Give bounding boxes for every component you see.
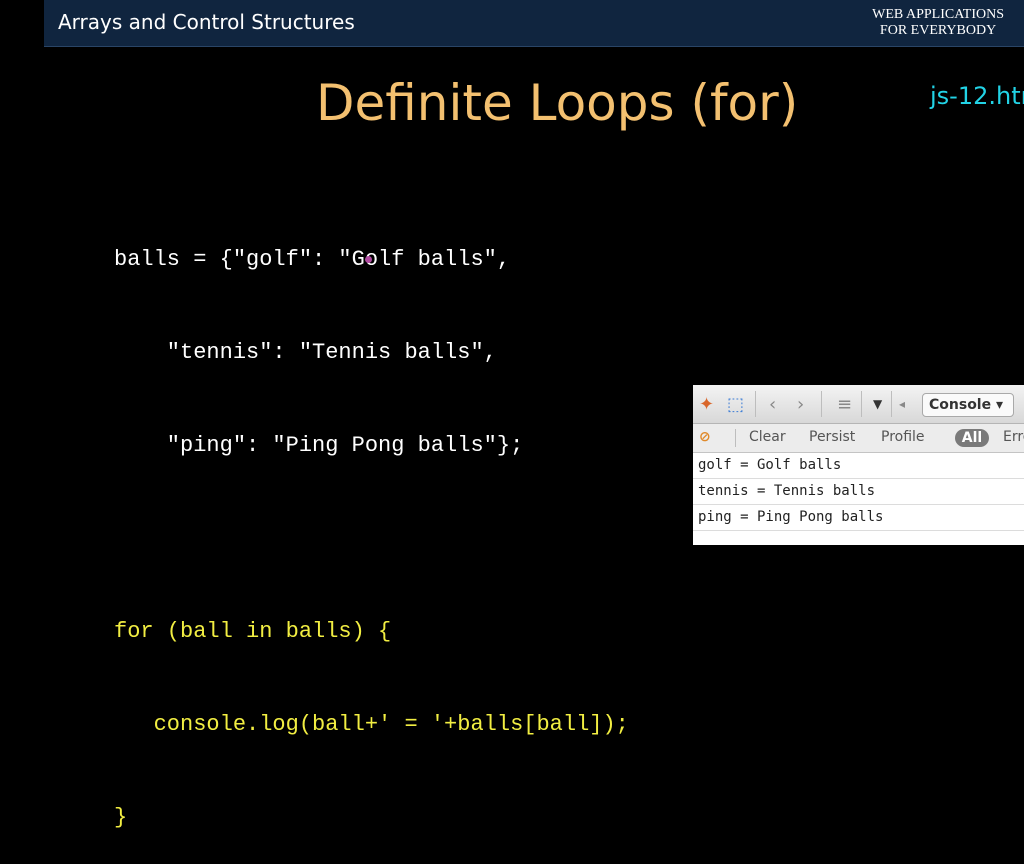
inspect-icon[interactable]: ⬚ [727, 394, 744, 415]
console-log-row: golf = Golf balls [693, 453, 1024, 479]
filter-errors-button[interactable]: Errors [1003, 429, 1024, 445]
toolbar-separator [891, 391, 892, 417]
clear-button[interactable]: Clear [749, 429, 786, 445]
toolbar-separator [861, 391, 862, 417]
code-line-6: } [114, 805, 128, 830]
code-line-5: console.log(ball+' = '+balls[ball]); [114, 712, 629, 737]
slide-header-bar: Arrays and Control Structures WEB APPLIC… [44, 0, 1024, 47]
console-log-row: ping = Ping Pong balls [693, 505, 1024, 531]
list-icon[interactable]: ≡ [837, 394, 852, 415]
mouse-cursor-icon [365, 256, 372, 263]
code-line-2: "tennis": "Tennis balls", [114, 340, 497, 365]
toolbar-separator [755, 391, 756, 417]
console-tab-dropdown[interactable]: Console ▾ [922, 393, 1014, 417]
firebug-console-panel: ✦ ⬚ ‹ › ≡ ▼ ◂ Console ▾ ⊘ Clear Persist … [693, 385, 1024, 545]
console-log-row: tennis = Tennis balls [693, 479, 1024, 505]
console-filter-bar: ⊘ Clear Persist Profile All Errors [693, 424, 1024, 453]
section-title: Arrays and Control Structures [58, 10, 355, 34]
brand-logo: WEB APPLICATIONS FOR EVERYBODY [872, 7, 1004, 39]
code-line-3: "ping": "Ping Pong balls"}; [114, 433, 524, 458]
forward-icon[interactable]: › [797, 394, 804, 415]
slide-title: Definite Loops (for) [316, 74, 799, 132]
toolbar-separator [821, 391, 822, 417]
collapse-icon[interactable]: ◂ [899, 397, 905, 411]
filter-all-button[interactable]: All [955, 429, 989, 447]
back-icon[interactable]: ‹ [769, 394, 776, 415]
menu-arrow-icon[interactable]: ▼ [873, 397, 882, 411]
toolbar-separator [735, 429, 736, 447]
brand-line-2: FOR EVERYBODY [879, 23, 997, 38]
code-line-4: for (ball in balls) { [114, 619, 392, 644]
brand-line-1: WEB APPLICATIONS [872, 7, 1004, 22]
firebug-icon[interactable]: ✦ [699, 394, 714, 415]
code-block: balls = {"golf": "Golf balls", "tennis":… [114, 182, 629, 864]
profile-button[interactable]: Profile [881, 429, 925, 445]
console-toolbar: ✦ ⬚ ‹ › ≡ ▼ ◂ Console ▾ [693, 385, 1024, 424]
clear-console-icon[interactable]: ⊘ [699, 429, 711, 445]
persist-button[interactable]: Persist [809, 429, 855, 445]
file-link[interactable]: js-12.htm [930, 82, 1024, 110]
